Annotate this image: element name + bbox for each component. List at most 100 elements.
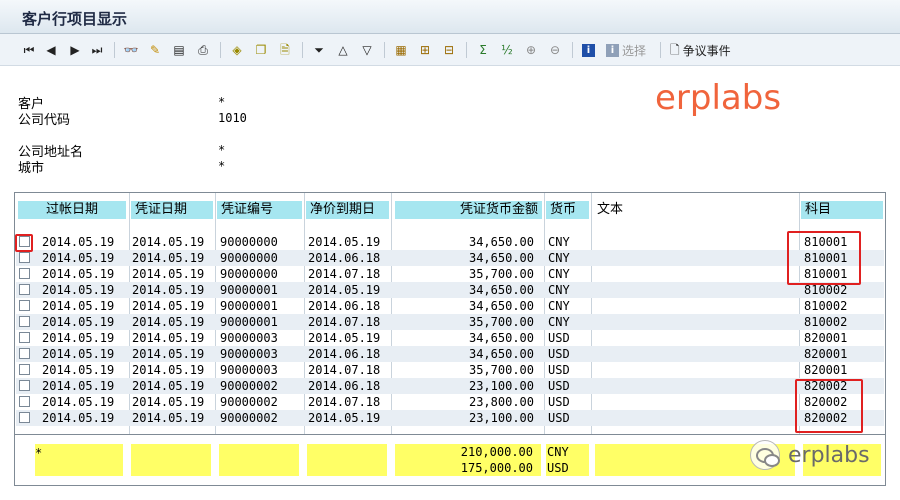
- document-date-cell: 2014.05.19: [132, 379, 205, 393]
- sort-descending-icon[interactable]: ▽: [358, 41, 376, 59]
- collapse-icon[interactable]: ⊖: [546, 41, 564, 59]
- expand-icon[interactable]: ⊕: [522, 41, 540, 59]
- sum-icon[interactable]: Σ: [474, 41, 492, 59]
- row-select-checkbox[interactable]: [19, 412, 30, 423]
- posting-date-cell: 2014.05.19: [42, 331, 115, 345]
- edit-pencil-icon[interactable]: ✎: [146, 41, 164, 59]
- table-row[interactable]: 2014.05.19 2014.05.19 90000002 2014.07.18 23…: [16, 394, 884, 410]
- table-row[interactable]: 2014.05.19 2014.05.19 90000003 2014.05.19 34…: [16, 330, 884, 346]
- first-page-icon[interactable]: ⏮: [20, 41, 38, 59]
- posting-date-cell: 2014.05.19: [42, 411, 115, 425]
- highlight-account-820002: [795, 379, 863, 433]
- text-cell: [596, 234, 796, 250]
- previous-page-icon[interactable]: ◀: [42, 41, 60, 59]
- amount-cell: 34,650.00: [468, 283, 534, 297]
- filter-icon[interactable]: ⏷: [310, 41, 328, 59]
- column-header-document-date[interactable]: 凭证日期: [131, 201, 213, 219]
- glasses-display-icon[interactable]: 👓: [122, 41, 140, 59]
- net-due-date-cell: 2014.06.18: [308, 347, 381, 361]
- city-value: *: [218, 159, 226, 173]
- delete-column-icon[interactable]: ⊟: [440, 41, 458, 59]
- table-row[interactable]: 2014.05.19 2014.05.19 90000003 2014.07.18 35…: [16, 362, 884, 378]
- currency-cell: USD: [548, 395, 570, 409]
- toolbar-separator: [572, 42, 573, 58]
- sort-ascending-icon[interactable]: △: [334, 41, 352, 59]
- window-title: 客户行项目显示: [22, 10, 128, 28]
- account-cell: 810002: [804, 299, 848, 313]
- dispute-label: 争议事件: [682, 43, 731, 58]
- wechat-icon: [750, 440, 780, 470]
- column-header-document-number[interactable]: 凭证编号: [217, 201, 302, 219]
- posting-date-cell: 2014.05.19: [42, 283, 115, 297]
- info-icon[interactable]: i: [582, 41, 595, 59]
- amount-cell: 34,650.00: [468, 235, 534, 249]
- toolbar-separator: [660, 42, 661, 58]
- last-page-icon[interactable]: ⏭: [88, 41, 106, 59]
- document-date-cell: 2014.05.19: [132, 347, 205, 361]
- table-row[interactable]: 2014.05.19 2014.05.19 90000001 2014.06.18 34…: [16, 298, 884, 314]
- grid-icon[interactable]: ▦: [392, 41, 410, 59]
- document-date-cell: 2014.05.19: [132, 331, 205, 345]
- row-select-checkbox[interactable]: [19, 300, 30, 311]
- toolbar-separator: [384, 42, 385, 58]
- net-due-date-cell: 2014.07.18: [308, 395, 381, 409]
- amount-cell: 23,100.00: [468, 379, 534, 393]
- table-row[interactable]: 2014.05.19 2014.05.19 90000000 2014.06.18 34…: [16, 250, 884, 266]
- net-due-date-cell: 2014.07.18: [308, 267, 381, 281]
- total-amount-usd: 175,000.00: [460, 461, 533, 475]
- currency-cell: USD: [548, 347, 570, 361]
- copy-document-icon[interactable]: ❐: [252, 41, 270, 59]
- totals-marker: *: [35, 446, 43, 460]
- column-header-text[interactable]: 文本: [593, 201, 797, 219]
- column-header-account[interactable]: 科目: [801, 201, 883, 219]
- document-date-cell: 2014.05.19: [132, 299, 205, 313]
- row-select-checkbox[interactable]: [19, 268, 30, 279]
- table-row[interactable]: 2014.05.19 2014.05.19 90000003 2014.06.18 34…: [16, 346, 884, 362]
- table-row[interactable]: 2014.05.19 2014.05.19 90000000 2014.05.19 34…: [16, 234, 884, 250]
- print-icon[interactable]: ⎙: [194, 41, 212, 59]
- row-select-checkbox[interactable]: [19, 364, 30, 375]
- row-select-checkbox[interactable]: [19, 332, 30, 343]
- company-address-value: *: [218, 143, 226, 157]
- net-due-date-cell: 2014.05.19: [308, 283, 381, 297]
- row-select-checkbox[interactable]: [19, 396, 30, 407]
- column-header-currency[interactable]: 货币: [546, 201, 589, 219]
- choose-details-icon[interactable]: ◈: [228, 41, 246, 59]
- document-number-cell: 90000000: [220, 251, 278, 265]
- row-select-checkbox[interactable]: [19, 284, 30, 295]
- document-date-cell: 2014.05.19: [132, 363, 205, 377]
- highlight-account-810001: [787, 231, 861, 285]
- currency-cell: CNY: [548, 299, 570, 313]
- posting-date-cell: 2014.05.19: [42, 363, 115, 377]
- document-date-cell: 2014.05.19: [132, 267, 205, 281]
- document-number-cell: 90000001: [220, 283, 278, 297]
- dispute-case-button[interactable]: 🗋 争议事件: [670, 41, 731, 59]
- row-select-checkbox[interactable]: [19, 348, 30, 359]
- table-row[interactable]: 2014.05.19 2014.05.19 90000001 2014.05.19 34…: [16, 282, 884, 298]
- amount-cell: 35,700.00: [468, 363, 534, 377]
- list-layout-icon[interactable]: ▤: [170, 41, 188, 59]
- select-button[interactable]: i 选择: [606, 41, 646, 59]
- table-row[interactable]: 2014.05.19 2014.05.19 90000002 2014.05.19 23…: [16, 410, 884, 426]
- document-icon[interactable]: 🗎: [276, 41, 294, 59]
- insert-column-icon[interactable]: ⊞: [416, 41, 434, 59]
- document-number-cell: 90000003: [220, 363, 278, 377]
- row-select-checkbox[interactable]: [19, 252, 30, 263]
- table-row[interactable]: 2014.05.19 2014.05.19 90000000 2014.07.18 35…: [16, 266, 884, 282]
- text-cell: [596, 330, 796, 346]
- toolbar-separator: [466, 42, 467, 58]
- posting-date-cell: 2014.05.19: [42, 267, 115, 281]
- column-header-posting-date[interactable]: 过帐日期: [18, 201, 126, 219]
- net-due-date-cell: 2014.06.18: [308, 251, 381, 265]
- column-header-net-due-date[interactable]: 净价到期日: [306, 201, 389, 219]
- row-select-checkbox[interactable]: [19, 380, 30, 391]
- document-number-cell: 90000001: [220, 299, 278, 313]
- next-page-icon[interactable]: ▶: [66, 41, 84, 59]
- column-header-amount-doc-currency[interactable]: 凭证货币金额: [395, 201, 542, 219]
- subtotal-icon[interactable]: ½: [498, 41, 516, 59]
- currency-cell: CNY: [548, 235, 570, 249]
- table-row[interactable]: 2014.05.19 2014.05.19 90000002 2014.06.18 23…: [16, 378, 884, 394]
- table-row[interactable]: 2014.05.19 2014.05.19 90000001 2014.07.18 35…: [16, 314, 884, 330]
- row-select-checkbox[interactable]: [19, 316, 30, 327]
- document-date-cell: 2014.05.19: [132, 251, 205, 265]
